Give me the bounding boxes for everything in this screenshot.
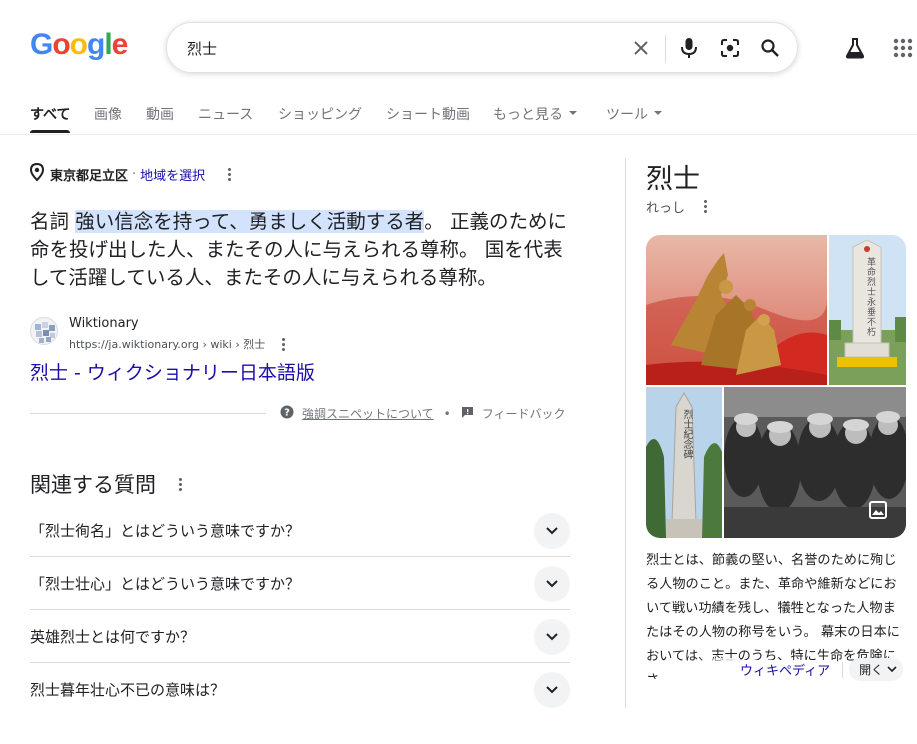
related-question[interactable]: 「烈士徇名」とはどういう意味ですか？ <box>30 504 570 557</box>
separator <box>842 661 844 678</box>
open-button[interactable]: 開く <box>849 658 904 681</box>
obelisk-inscription: 烈士紀念碑 <box>681 409 692 459</box>
tab-all[interactable]: すべて <box>30 104 70 124</box>
google-logo[interactable]: Google <box>30 28 129 62</box>
search-icon[interactable] <box>758 36 782 60</box>
tab-more-label: もっと見る <box>493 107 563 123</box>
more-options-icon[interactable] <box>223 167 235 181</box>
open-button-label: 開く <box>859 663 884 677</box>
related-question[interactable]: 「烈士壮心」とはどういう意味ですか？ <box>30 557 570 610</box>
search-input[interactable]: 烈士 <box>187 38 217 59</box>
obelisk-image[interactable]: 烈士紀念碑 <box>646 387 722 538</box>
tab-more[interactable]: もっと見る <box>493 104 577 124</box>
source-url[interactable]: https://ja.wiktionary.org › wiki › 烈士 <box>69 336 289 352</box>
help-icon: ? <box>280 405 294 422</box>
sculpture-image[interactable] <box>646 235 827 385</box>
source-url-text: https://ja.wiktionary.org › wiki › 烈士 <box>69 338 266 351</box>
logo-letter: l <box>104 28 112 61</box>
feedback-icon <box>461 406 474 422</box>
knowledge-panel-divider <box>625 158 626 708</box>
tab-videos[interactable]: 動画 <box>146 104 174 124</box>
search-tabs: すべて 画像 動画 ニュース ショッピング ショート動画 もっと見る ツール <box>0 90 917 135</box>
expand-chevron-icon[interactable] <box>534 672 570 708</box>
clear-icon[interactable] <box>629 36 653 60</box>
wikipedia-link[interactable]: ウィキペディア <box>740 660 837 679</box>
question-text: 烈士暮年壮心不已の意味は？ <box>30 681 226 699</box>
feedback-link[interactable]: フィードバック <box>482 405 566 422</box>
tab-news[interactable]: ニュース <box>198 104 253 124</box>
wiktionary-favicon[interactable] <box>30 317 58 345</box>
source-name[interactable]: Wiktionary <box>69 316 139 331</box>
location-pin-icon <box>29 162 45 185</box>
chevron-down-icon <box>569 111 577 115</box>
choose-location-link[interactable]: 地域を選択 <box>140 165 205 184</box>
related-questions-heading: 関連する質問 <box>30 473 156 497</box>
logo-letter: g <box>87 28 105 61</box>
reading-text: れっし <box>646 201 686 216</box>
featured-snippet-text: 名詞 強い信念を持って、勇ましく活動する者。 正義のために命を投げ出した人、また… <box>30 208 575 292</box>
image-collage[interactable]: 革命烈士永垂不朽 烈士紀念碑 <box>646 235 906 538</box>
chevron-down-icon <box>654 111 662 115</box>
logo-letter: o <box>69 28 88 61</box>
expand-chevron-icon[interactable] <box>534 566 570 602</box>
snippet-feedback-row: ? 強調スニペットについて • フィードバック <box>280 405 566 422</box>
question-text: 英雄烈士とは何ですか？ <box>30 628 196 646</box>
monument-image[interactable]: 革命烈士永垂不朽 <box>829 235 906 385</box>
tab-shopping[interactable]: ショッピング <box>278 104 362 124</box>
source-more-icon[interactable] <box>277 337 289 351</box>
search-box[interactable]: 烈士 <box>166 22 798 73</box>
tab-tools-label: ツール <box>606 107 648 123</box>
related-questions-list: 「烈士徇名」とはどういう意味ですか？ 「烈士壮心」とはどういう意味ですか？ 英雄… <box>30 504 570 716</box>
related-question[interactable]: 英雄烈士とは何ですか？ <box>30 610 570 663</box>
related-questions-title: 関連する質問 <box>30 469 186 499</box>
definition-highlight: 強い信念を持って、勇ましく活動する者 <box>75 210 425 233</box>
image-gallery-icon[interactable] <box>868 500 888 524</box>
tab-short-videos[interactable]: ショート動画 <box>386 104 470 124</box>
more-options-icon[interactable] <box>174 477 186 491</box>
labs-flask-icon[interactable] <box>843 36 867 60</box>
svg-text:?: ? <box>284 408 290 419</box>
feedback-separator: • <box>443 406 451 421</box>
location-separator: · <box>132 166 137 182</box>
chevron-down-icon <box>887 666 897 673</box>
tab-images[interactable]: 画像 <box>94 104 122 124</box>
monument-inscription: 革命烈士永垂不朽 <box>865 257 875 337</box>
divider <box>30 413 266 414</box>
logo-letter: o <box>52 28 70 61</box>
source-title-link[interactable]: 烈士 - ウィクショナリー日本語版 <box>30 358 315 385</box>
more-options-icon[interactable] <box>699 200 711 213</box>
lens-icon[interactable] <box>718 36 742 60</box>
knowledge-panel-title: 烈士 <box>646 164 700 195</box>
about-snippets-link[interactable]: 強調スニペットについて <box>302 405 434 422</box>
expand-chevron-icon[interactable] <box>534 513 570 549</box>
question-text: 「烈士徇名」とはどういう意味ですか？ <box>30 522 301 540</box>
knowledge-panel-subtitle: れっし <box>646 197 711 216</box>
apps-grid-icon[interactable] <box>891 36 915 60</box>
expand-chevron-icon[interactable] <box>534 619 570 655</box>
description-fade <box>690 658 740 682</box>
location-bar: 東京都足立区 · 地域を選択 <box>29 162 235 185</box>
microphone-icon[interactable] <box>677 36 701 60</box>
soldiers-photo[interactable] <box>724 387 906 538</box>
active-tab-indicator <box>30 130 70 133</box>
location-name: 東京都足立区 <box>50 168 129 184</box>
search-divider <box>665 35 666 63</box>
related-question[interactable]: 烈士暮年壮心不已の意味は？ <box>30 663 570 716</box>
logo-letter: e <box>111 28 129 61</box>
description-footer: ウィキペディア 開く <box>737 658 904 681</box>
definition-pos: 名詞 <box>30 210 70 233</box>
question-text: 「烈士壮心」とはどういう意味ですか？ <box>30 575 301 593</box>
tab-tools[interactable]: ツール <box>606 104 662 124</box>
logo-letter: G <box>30 28 53 61</box>
